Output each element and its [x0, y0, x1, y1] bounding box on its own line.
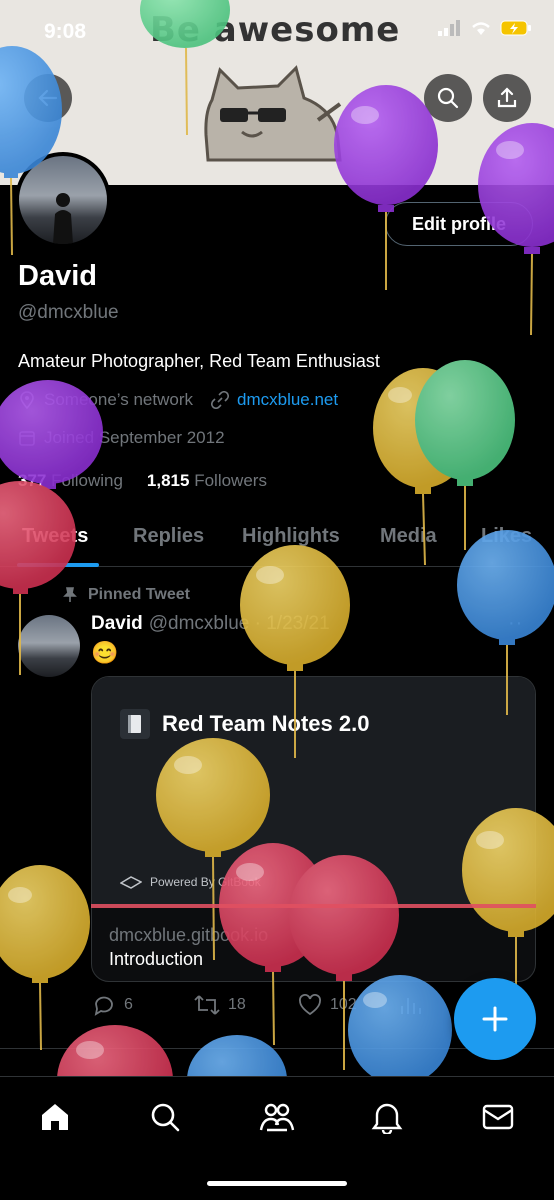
- retweet-count: 18: [228, 996, 246, 1013]
- views-button[interactable]: [398, 994, 422, 1016]
- pusheen-cat-image: [204, 65, 342, 162]
- home-icon: [42, 1104, 68, 1130]
- tab-media[interactable]: Media: [380, 525, 437, 548]
- profile-joined: Joined September 2012: [44, 428, 225, 447]
- plus-icon: [482, 1006, 508, 1032]
- tweet-meta: @dmcxblue · 1/23/21: [148, 613, 330, 634]
- search-icon: [151, 1103, 180, 1132]
- followers-label: Followers: [194, 471, 267, 490]
- following-count: 377: [18, 471, 47, 490]
- card-domain: dmcxblue.gitbook.io: [109, 925, 269, 945]
- avatar-silhouette: [53, 193, 73, 244]
- card-title: Red Team Notes 2.0: [162, 711, 370, 736]
- search-icon: [437, 87, 459, 109]
- edit-profile-button[interactable]: Edit profile: [385, 202, 533, 246]
- calendar-icon: [19, 431, 35, 446]
- reply-icon: [94, 996, 113, 1016]
- share-icon: [497, 87, 517, 108]
- wifi-icon: [472, 22, 490, 35]
- card-title-row: Red Team Notes 2.0: [120, 709, 369, 739]
- pin-icon: [63, 587, 77, 602]
- powered-by-text: Powered By GitBook: [150, 875, 261, 889]
- tab-highlights[interactable]: Highlights: [242, 525, 340, 548]
- analytics-icon: [401, 998, 421, 1014]
- signal-icon: [438, 20, 460, 36]
- retweet-button[interactable]: 18: [194, 994, 246, 1016]
- nav-communities[interactable]: [257, 1097, 297, 1137]
- nav-notifications[interactable]: [367, 1097, 407, 1137]
- back-button[interactable]: [24, 74, 72, 122]
- home-indicator[interactable]: [207, 1181, 347, 1186]
- communities-icon: [259, 1103, 295, 1132]
- followers-count: 1,815: [146, 471, 190, 490]
- pinned-text: Pinned Tweet: [88, 586, 190, 603]
- status-time: 9:08: [44, 20, 87, 43]
- profile-tabs: Tweets Replies Highlights Media Likes: [0, 515, 554, 567]
- link-preview-card[interactable]: Red Team Notes 2.0 Powered By GitBook dm…: [91, 676, 536, 982]
- like-count: 102: [330, 996, 357, 1013]
- notifications-icon: [371, 1103, 403, 1134]
- book-icon: [120, 709, 150, 739]
- balloon: [348, 975, 452, 1085]
- profile-handle: @dmcxblue: [18, 302, 119, 323]
- tab-active-indicator: [17, 563, 99, 567]
- tweet-text: 😊: [91, 640, 119, 665]
- search-button[interactable]: [424, 74, 472, 122]
- following-link[interactable]: 377 Following: [18, 471, 123, 491]
- profile-location: Someone’s network: [44, 390, 193, 409]
- pinned-tweet-label: Pinned Tweet: [62, 586, 190, 604]
- nav-home[interactable]: [35, 1097, 75, 1137]
- profile-avatar[interactable]: [15, 152, 111, 248]
- reply-count: 6: [124, 996, 133, 1013]
- gitbook-icon: [120, 876, 142, 889]
- profile-name: David: [18, 260, 97, 292]
- status-icons: [438, 20, 532, 36]
- card-description: Introduction: [109, 949, 204, 969]
- profile-bio: Amateur Photographer, Red Team Enthusias…: [18, 351, 380, 371]
- compose-tweet-button[interactable]: [454, 978, 536, 1060]
- follow-stats: 377 Following 1,815 Followers: [18, 471, 267, 491]
- nav-messages[interactable]: [478, 1097, 518, 1137]
- tab-replies[interactable]: Replies: [133, 525, 204, 548]
- share-button[interactable]: [483, 74, 531, 122]
- reply-button[interactable]: 6: [92, 994, 133, 1016]
- like-button[interactable]: 102: [298, 994, 357, 1016]
- battery-charging-icon: [500, 20, 531, 36]
- retweet-icon: [194, 995, 220, 1015]
- balloon: [0, 865, 90, 1051]
- tweet-avatar[interactable]: [18, 615, 80, 677]
- heart-icon: [299, 994, 321, 1016]
- followers-link[interactable]: 1,815 Followers: [147, 471, 267, 491]
- profile-website-link[interactable]: dmcxblue.net: [237, 390, 338, 410]
- link-icon: [211, 391, 229, 409]
- tweet-header: David @dmcxblue · 1/23/21: [91, 613, 330, 635]
- profile-joined-row: Joined September 2012: [18, 428, 225, 448]
- tab-likes[interactable]: Likes: [481, 525, 532, 548]
- tab-tweets[interactable]: Tweets: [22, 525, 88, 548]
- following-label: Following: [51, 471, 123, 490]
- status-bar: 9:08: [0, 0, 554, 70]
- location-icon: [20, 391, 34, 409]
- profile-meta-row: Someone’s network dmcxblue.net: [18, 390, 338, 410]
- messages-icon: [482, 1104, 514, 1130]
- nav-search[interactable]: [145, 1097, 185, 1137]
- tweet-author[interactable]: David: [91, 613, 143, 634]
- card-image: Red Team Notes 2.0 Powered By GitBook: [92, 677, 535, 907]
- arrow-left-icon: [38, 89, 58, 107]
- powered-by-gitbook: Powered By GitBook: [120, 875, 261, 889]
- more-options-icon[interactable]: ··: [508, 612, 523, 635]
